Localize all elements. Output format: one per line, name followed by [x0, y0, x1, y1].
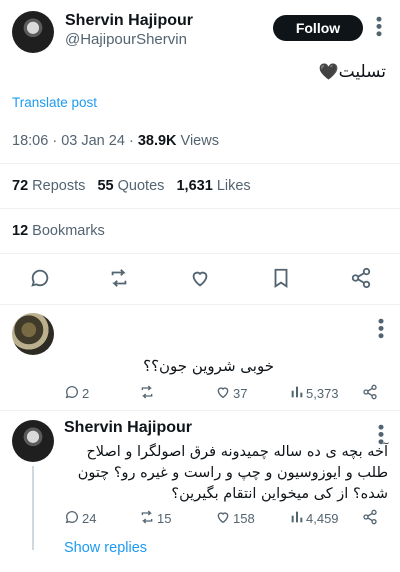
follow-button[interactable]: Follow: [273, 15, 363, 41]
share-icon[interactable]: [362, 384, 378, 400]
reposts-count: 72: [12, 178, 29, 194]
likes-label: Likes: [216, 178, 251, 194]
tweet-text: تسلیت🖤: [200, 62, 386, 82]
reply1-text: خوبی شروین جون؟؟: [143, 357, 274, 375]
reply2-avatar[interactable]: [12, 420, 54, 462]
tweet-date[interactable]: 03 Jan 24: [61, 133, 125, 149]
tweet-time[interactable]: 18:06: [12, 133, 48, 149]
black-heart-emoji: 🖤: [318, 62, 339, 81]
reply1-avatar[interactable]: [12, 313, 54, 355]
translate-link[interactable]: Translate post: [12, 95, 97, 110]
reply1-views-count: 5,373: [306, 386, 339, 401]
views-icon[interactable]: [289, 384, 305, 400]
reply2-author-name[interactable]: Shervin Hajipour: [64, 419, 192, 437]
reply2-replies-count: 24: [82, 511, 97, 526]
reply2-reposts-count: 15: [157, 511, 172, 526]
more-icon[interactable]: •••: [371, 318, 391, 340]
reply2-text: آخه بچه ی ده ساله چمیدونه فرق اصولگرا و …: [77, 444, 388, 502]
repost-icon[interactable]: [139, 384, 155, 400]
repost-icon[interactable]: [108, 267, 130, 289]
bookmarks-label: Bookmarks: [32, 223, 105, 239]
like-icon[interactable]: [215, 384, 231, 400]
show-replies-link[interactable]: Show replies: [64, 540, 147, 556]
stats-row: 72 Reposts 55 Quotes 1,631 Likes: [12, 178, 251, 194]
share-icon[interactable]: [350, 267, 372, 289]
author-avatar[interactable]: [12, 11, 54, 53]
likes-count: 1,631: [176, 178, 213, 194]
reply-icon[interactable]: [64, 384, 80, 400]
quotes-stat[interactable]: 55 Quotes: [97, 178, 164, 194]
views-label: Views: [180, 133, 219, 149]
divider: [0, 304, 400, 305]
like-icon[interactable]: [189, 267, 211, 289]
separator-dot: ·: [128, 133, 134, 149]
timestamp-row: 18:06 · 03 Jan 24 · 38.9K Views: [12, 133, 219, 149]
reply1-replies-count: 2: [82, 386, 90, 401]
tweet-text-body: تسلیت: [338, 62, 386, 82]
author-handle[interactable]: @HajipourShervin: [65, 31, 187, 48]
views-icon[interactable]: [289, 509, 305, 525]
repost-icon[interactable]: [139, 509, 155, 525]
quotes-count: 55: [97, 178, 114, 194]
reposts-label: Reposts: [32, 178, 86, 194]
reply2-likes-count: 158: [233, 511, 255, 526]
reply-icon[interactable]: [64, 509, 80, 525]
like-icon[interactable]: [215, 509, 231, 525]
divider: [0, 410, 400, 411]
reply1-likes-count: 37: [233, 386, 248, 401]
divider: [0, 253, 400, 254]
reply-icon[interactable]: [29, 267, 51, 289]
bookmarks-stat[interactable]: 12 Bookmarks: [12, 223, 105, 239]
likes-stat[interactable]: 1,631 Likes: [176, 178, 250, 194]
divider: [0, 208, 400, 209]
views-count: 38.9K: [137, 133, 177, 149]
bookmarks-count: 12: [12, 223, 29, 239]
share-icon[interactable]: [362, 509, 378, 525]
reply2-views-count: 4,459: [306, 511, 339, 526]
quotes-label: Quotes: [117, 178, 165, 194]
divider: [0, 163, 400, 164]
thread-line: [32, 466, 34, 550]
separator-dot: ·: [52, 133, 58, 149]
more-icon[interactable]: •••: [369, 16, 389, 38]
reposts-stat[interactable]: 72 Reposts: [12, 178, 85, 194]
author-name[interactable]: Shervin Hajipour: [65, 12, 193, 30]
bookmark-icon[interactable]: [270, 267, 292, 289]
